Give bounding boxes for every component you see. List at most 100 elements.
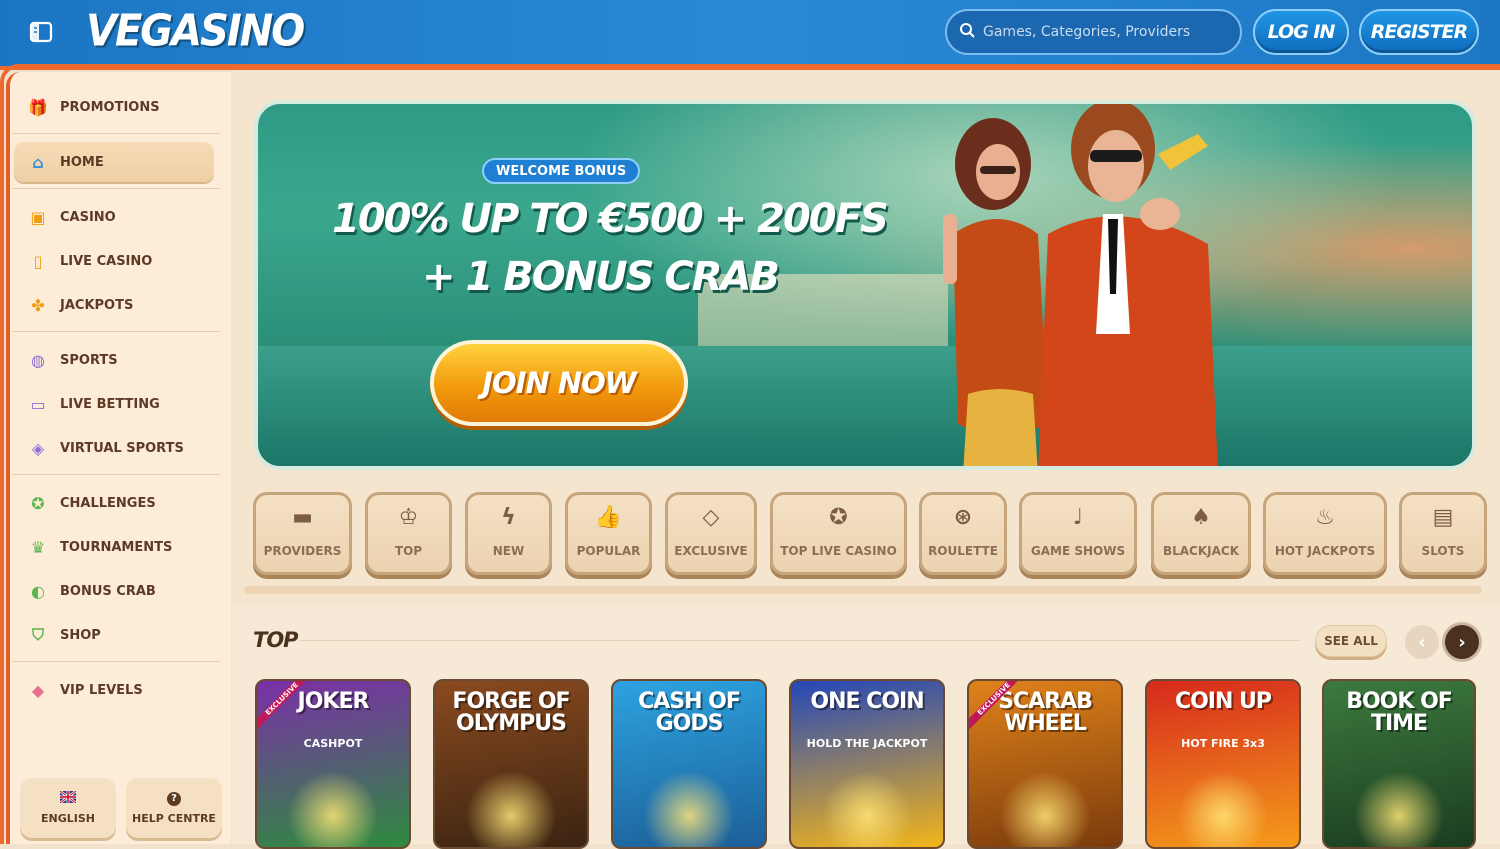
game-tile[interactable]: BOOK OF TIME: [1322, 679, 1476, 849]
game-tile[interactable]: SCARAB WHEEL EXCLUSIVE: [967, 679, 1123, 849]
category-label: TOP: [394, 544, 423, 558]
sidebar-item-home[interactable]: ⌂ HOME: [14, 142, 214, 182]
search-box[interactable]: [945, 9, 1242, 55]
sidebar-item-label: VIRTUAL SPORTS: [60, 440, 184, 456]
game-title: FORGE OF OLYMPUS: [452, 689, 570, 736]
basket-icon: ⛉: [31, 625, 44, 644]
sidebar-item-promotions[interactable]: 🎁 PROMOTIONS: [14, 87, 214, 127]
top-bar: VEGASINO LOG IN REGISTER: [0, 0, 1500, 70]
agents-illustration: [943, 104, 1218, 466]
trophy-icon: ♛: [30, 537, 46, 557]
category-label: TOP LIVE CASINO: [780, 544, 897, 558]
category-label: ROULETTE: [928, 544, 998, 558]
ball-icon: ◍: [31, 350, 45, 370]
game-tile[interactable]: JOKER CASHPOT EXCLUSIVE: [255, 679, 411, 849]
sidebar-item-live-betting[interactable]: ▭ LIVE BETTING: [14, 384, 214, 424]
category-label: BLACKJACK: [1162, 544, 1240, 558]
prev-arrow-icon[interactable]: ‹: [1405, 625, 1439, 659]
sidebar-item-label: CHALLENGES: [60, 495, 156, 511]
sidebar-item-label: SPORTS: [60, 352, 118, 368]
game-artwork: [1354, 771, 1444, 847]
banner-headline-line1: 100% UP TO €500 + 200FS: [332, 196, 889, 242]
game-title: CASH OF GODS: [638, 689, 741, 736]
roulette-icon: ⊛: [953, 505, 973, 530]
category-popular[interactable]: 👍 POPULAR: [565, 492, 652, 575]
category-top-live-casino[interactable]: ✪ TOP LIVE CASINO: [770, 492, 907, 575]
sidebar-item-vip-levels[interactable]: ◆ VIP LEVELS: [14, 670, 214, 710]
sidebar-divider: [12, 331, 220, 332]
live-icon: ▭: [30, 394, 46, 414]
next-arrow-icon[interactable]: ›: [1445, 625, 1479, 659]
slots-icon: ▤: [1432, 505, 1454, 530]
join-now-button[interactable]: JOIN NOW: [430, 340, 688, 426]
help-centre-button[interactable]: ? HELP CENTRE: [126, 778, 222, 838]
folder-icon: ▬: [292, 505, 313, 530]
game-tile[interactable]: FORGE OF OLYMPUS: [433, 679, 589, 849]
game-tile[interactable]: ONE COIN HOLD THE JACKPOT: [789, 679, 945, 849]
sidebar-item-challenges[interactable]: ✪ CHALLENGES: [14, 483, 214, 523]
lightning-icon: ϟ: [501, 505, 516, 530]
microphone-icon: ♩: [1072, 505, 1084, 530]
diamond-icon: ◆: [31, 680, 45, 700]
banner-headline-line2: + 1 BONUS CRAB: [422, 254, 780, 300]
crab-icon: ◐: [31, 581, 45, 601]
register-button[interactable]: REGISTER: [1359, 9, 1479, 55]
sidebar-item-label: PROMOTIONS: [60, 99, 160, 115]
sidebar-item-sports[interactable]: ◍ SPORTS: [14, 340, 214, 380]
game-artwork: [287, 771, 379, 847]
category-top[interactable]: ♔ TOP: [365, 492, 452, 575]
logo[interactable]: VEGASINO: [86, 6, 305, 57]
game-subtitle: CASHPOT: [303, 737, 363, 750]
sidebar-item-label: CASINO: [60, 209, 116, 225]
category-exclusive[interactable]: ◇ EXCLUSIVE: [665, 492, 757, 575]
award-icon: ✪: [829, 505, 848, 530]
game-tile[interactable]: COIN UP HOT FIRE 3x3: [1145, 679, 1301, 849]
language-label: ENGLISH: [41, 812, 95, 825]
category-providers[interactable]: ▬ PROVIDERS: [253, 492, 352, 575]
game-tile[interactable]: CASH OF GODS: [611, 679, 767, 849]
sidebar-item-label: HOME: [60, 154, 104, 170]
sidebar-item-jackpots[interactable]: ✤ JACKPOTS: [14, 285, 214, 325]
title-divider: [300, 640, 1300, 641]
game-title: COIN UP: [1174, 689, 1272, 714]
category-blackjack[interactable]: ♠ BLACKJACK: [1151, 492, 1251, 575]
sidebar-item-live-casino[interactable]: ▯ LIVE CASINO: [14, 241, 214, 281]
sidebar-item-bonus-crab[interactable]: ◐ BONUS CRAB: [14, 571, 214, 611]
login-button[interactable]: LOG IN: [1253, 9, 1349, 55]
category-scrollbar[interactable]: [244, 586, 1482, 594]
game-title: ONE COIN: [810, 689, 924, 714]
welcome-banner[interactable]: WELCOME BONUS 100% UP TO €500 + 200FS + …: [254, 100, 1476, 470]
gift-icon: 🎁: [28, 97, 48, 117]
category-label: HOT JACKPOTS: [1274, 544, 1376, 558]
see-all-button[interactable]: SEE ALL: [1315, 625, 1387, 657]
category-slots[interactable]: ▤ SLOTS: [1399, 492, 1487, 575]
fire-icon: ♨: [1315, 505, 1335, 530]
sidebar-divider: [12, 188, 220, 189]
sidebar-toggle-icon[interactable]: [28, 20, 54, 44]
sidebar-item-label: LIVE BETTING: [60, 396, 160, 412]
welcome-bonus-badge: WELCOME BONUS: [482, 158, 641, 184]
language-button[interactable]: ENGLISH: [20, 778, 116, 838]
sidebar-item-tournaments[interactable]: ♛ TOURNAMENTS: [14, 527, 214, 567]
game-artwork: [1177, 771, 1269, 847]
sidebar-divider: [12, 133, 220, 134]
category-label: GAME SHOWS: [1030, 544, 1126, 558]
virtual-icon: ◈: [31, 438, 45, 458]
game-subtitle: HOLD THE JACKPOT: [806, 737, 928, 750]
sidebar-item-label: TOURNAMENTS: [60, 539, 173, 555]
sidebar-item-shop[interactable]: ⛉ SHOP: [14, 615, 214, 655]
sidebar-item-virtual-sports[interactable]: ◈ VIRTUAL SPORTS: [14, 428, 214, 468]
search-icon: [959, 22, 975, 42]
category-roulette[interactable]: ⊛ ROULETTE: [919, 492, 1007, 575]
game-artwork: [821, 771, 913, 847]
search-input[interactable]: [983, 24, 1223, 40]
game-artwork: [999, 771, 1091, 847]
category-game-shows[interactable]: ♩ GAME SHOWS: [1019, 492, 1137, 575]
category-new[interactable]: ϟ NEW: [465, 492, 552, 575]
sidebar-item-label: BONUS CRAB: [60, 583, 156, 599]
spade-icon: ♠: [1191, 505, 1211, 530]
category-hot-jackpots[interactable]: ♨ HOT JACKPOTS: [1263, 492, 1387, 575]
sidebar-item-casino[interactable]: ▣ CASINO: [14, 197, 214, 237]
game-artwork: [465, 771, 557, 847]
game-title: BOOK OF TIME: [1346, 689, 1453, 736]
